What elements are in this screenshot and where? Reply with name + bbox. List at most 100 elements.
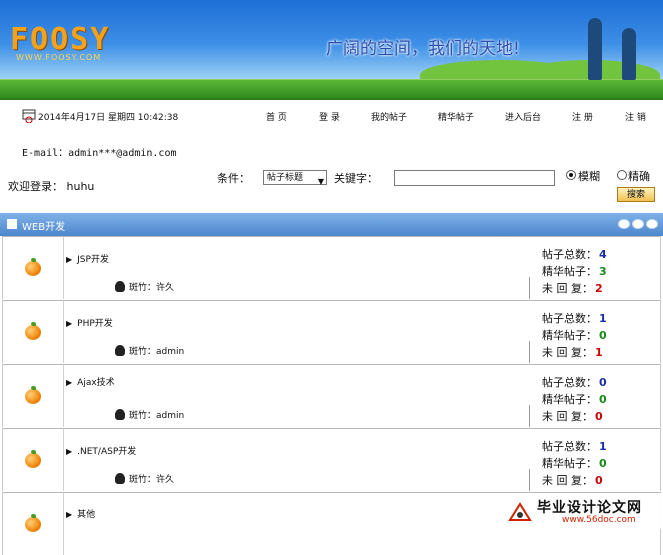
divider	[529, 469, 530, 491]
site-logo-url: WWW.FOOSY.COM	[16, 53, 102, 62]
condition-select[interactable]: 帖子标题 ▼	[263, 170, 327, 186]
nav-home-link[interactable]: 首 页	[266, 110, 287, 123]
forum-row: ▶ PHP开发 斑竹：admin 帖子总数： 1 精华帖子： 0 未 回 复： 1	[2, 300, 661, 363]
orange-icon	[25, 258, 41, 276]
keyword-input[interactable]	[394, 170, 555, 186]
forum-icon-cell	[3, 301, 64, 363]
exact-radio[interactable]	[617, 170, 627, 180]
exact-radio-label: 精确	[628, 170, 650, 183]
forum-stats: 帖子总数： 0 精华帖子： 0 未 回 复： 0	[542, 374, 607, 425]
forum-name-text[interactable]: JSP开发	[77, 255, 109, 265]
stat-best-value: 0	[599, 329, 607, 342]
chevron-down-icon: ▼	[317, 177, 324, 186]
stat-best-value: 0	[599, 393, 607, 406]
forum-stats: 帖子总数： 1 精华帖子： 0 未 回 复： 0	[542, 438, 607, 489]
orange-icon	[25, 514, 41, 532]
stat-best-label: 精华帖子：	[542, 393, 597, 406]
stat-total-label: 帖子总数：	[542, 440, 597, 453]
watermark-url: www.56doc.com	[562, 515, 636, 525]
bubble-icon	[618, 219, 630, 229]
forum-icon-cell	[3, 429, 64, 491]
stat-noreply-label: 未 回 复：	[542, 410, 593, 423]
stat-total-label: 帖子总数：	[542, 312, 597, 325]
stat-noreply-value: 1	[595, 346, 603, 359]
forum-stats: 帖子总数： 1 精华帖子： 0 未 回 复： 1	[542, 310, 607, 361]
user-head-icon	[115, 473, 125, 484]
nav-featured-posts-link[interactable]: 精华帖子	[438, 110, 474, 123]
forum-name-text[interactable]: PHP开发	[77, 319, 113, 329]
forum-name[interactable]: ▶ .NET/ASP开发	[66, 444, 136, 457]
stat-noreply: 未 回 复： 0	[542, 408, 607, 425]
triangle-right-icon: ▶	[66, 319, 73, 328]
jumping-figure-icon	[622, 28, 636, 80]
nav-register-link[interactable]: 注 册	[572, 110, 593, 123]
user-head-icon	[115, 409, 125, 420]
nav-my-posts-link[interactable]: 我的帖子	[371, 110, 407, 123]
stat-noreply-value: 0	[595, 474, 603, 487]
divider	[529, 405, 530, 427]
forum-stats: 帖子总数： 4 精华帖子： 3 未 回 复： 2	[542, 246, 607, 297]
forum-moderator-text: 斑竹：许久	[129, 475, 175, 485]
forum-name[interactable]: ▶ Ajax技术	[66, 375, 115, 388]
stat-noreply-label: 未 回 复：	[542, 346, 593, 359]
stat-best: 精华帖子： 3	[542, 263, 607, 280]
forum-moderator-text: 斑竹：admin	[129, 347, 185, 357]
stat-noreply-value: 2	[595, 282, 603, 295]
forum-name[interactable]: ▶ 其他	[66, 507, 95, 520]
forum-row: ▶ .NET/ASP开发 斑竹：许久 帖子总数： 1 精华帖子： 0 未 回 复： 0	[2, 428, 661, 491]
forum-name[interactable]: ▶ PHP开发	[66, 316, 113, 329]
forum-moderator: 斑竹：admin	[115, 344, 184, 357]
forum-moderator: 斑竹：admin	[115, 408, 184, 421]
divider	[529, 277, 530, 299]
fuzzy-radio[interactable]	[566, 170, 576, 180]
stat-total-value: 4	[599, 248, 607, 261]
condition-label: 条件：	[217, 172, 250, 185]
stat-total-value: 0	[599, 376, 607, 389]
orange-icon	[25, 386, 41, 404]
header-banner: FOOSY WWW.FOOSY.COM 广阔的空间，我们的天地!	[0, 0, 663, 98]
bubble-icon	[646, 219, 658, 229]
calendar-clock-icon	[22, 109, 36, 123]
forum-icon-cell	[3, 237, 64, 299]
stat-total-value: 1	[599, 312, 607, 325]
stat-total-label: 帖子总数：	[542, 376, 597, 389]
contact-email: E-mail：admin***@admin.com	[22, 148, 177, 159]
forum-name[interactable]: ▶ JSP开发	[66, 252, 109, 265]
forum-icon-cell	[3, 365, 64, 427]
stat-best-label: 精华帖子：	[542, 265, 597, 278]
triangle-right-icon: ▶	[66, 447, 73, 456]
divider	[529, 341, 530, 363]
triangle-right-icon: ▶	[66, 510, 73, 519]
search-button[interactable]: 搜索	[617, 187, 655, 202]
forum-name-text[interactable]: .NET/ASP开发	[77, 447, 136, 457]
stat-best-value: 0	[599, 457, 607, 470]
user-head-icon	[115, 281, 125, 292]
stat-best: 精华帖子： 0	[542, 391, 607, 408]
keyword-label: 关键字：	[334, 172, 378, 185]
fuzzy-radio-label: 模糊	[578, 170, 600, 183]
stat-total: 帖子总数： 1	[542, 438, 607, 455]
stat-total: 帖子总数： 0	[542, 374, 607, 391]
stat-noreply: 未 回 复： 2	[542, 280, 607, 297]
watermark-logo-icon	[508, 502, 532, 521]
nav-admin-link[interactable]: 进入后台	[505, 110, 541, 123]
triangle-right-icon: ▶	[66, 378, 73, 387]
bubble-icon	[632, 219, 644, 229]
forum-moderator: 斑竹：许久	[115, 280, 174, 293]
stat-best-label: 精华帖子：	[542, 329, 597, 342]
orange-icon	[25, 322, 41, 340]
jumping-figure-icon	[588, 18, 602, 80]
forum-name-text[interactable]: 其他	[77, 510, 95, 520]
triangle-right-icon: ▶	[66, 255, 73, 264]
stat-noreply-label: 未 回 复：	[542, 282, 593, 295]
category-title: WEB开发	[22, 222, 66, 233]
nav-logout-link[interactable]: 注 销	[625, 110, 646, 123]
category-header: WEB开发	[0, 213, 663, 236]
stat-noreply-value: 0	[595, 410, 603, 423]
forum-icon-cell	[3, 493, 64, 555]
forum-moderator-text: 斑竹：许久	[129, 283, 175, 293]
site-logo[interactable]: FOOSY	[10, 22, 110, 57]
nav-login-link[interactable]: 登 录	[319, 110, 340, 123]
forum-moderator-text: 斑竹：admin	[129, 411, 185, 421]
forum-name-text[interactable]: Ajax技术	[77, 378, 115, 388]
